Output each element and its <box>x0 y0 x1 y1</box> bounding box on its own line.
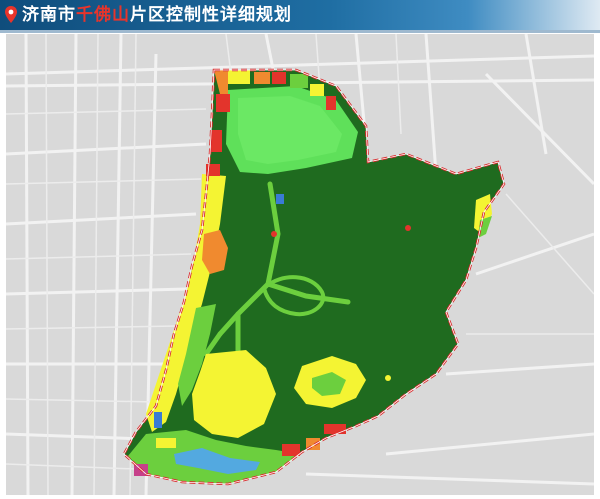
commercial-block <box>326 96 336 110</box>
pin-icon <box>5 6 17 23</box>
green-block <box>290 74 308 88</box>
commercial-block <box>216 94 230 112</box>
residential-block <box>228 70 250 84</box>
title-suffix: 片区控制性详细规划 <box>130 5 292 25</box>
residential-block <box>156 438 176 448</box>
title-prefix: 济南市 <box>22 5 76 25</box>
landmark-marker <box>385 375 391 381</box>
residential-block <box>310 84 324 96</box>
residential-block <box>254 72 270 84</box>
page-title: 济南市千佛山片区控制性详细规划 <box>22 4 292 26</box>
title-highlight: 千佛山 <box>76 5 130 25</box>
transport-block <box>154 412 162 428</box>
landmark-marker <box>405 225 411 231</box>
title-stripe <box>0 30 600 33</box>
land-use-map <box>6 34 594 495</box>
title-bar: 济南市千佛山片区控制性详细规划 <box>0 0 600 30</box>
transport-block <box>276 194 284 204</box>
commercial-block <box>282 444 300 456</box>
map-frame: 济南市千佛山片区控制性详细规划 <box>0 0 600 499</box>
map-area <box>6 34 594 495</box>
landmark-marker <box>271 231 277 237</box>
commercial-block <box>272 72 286 84</box>
